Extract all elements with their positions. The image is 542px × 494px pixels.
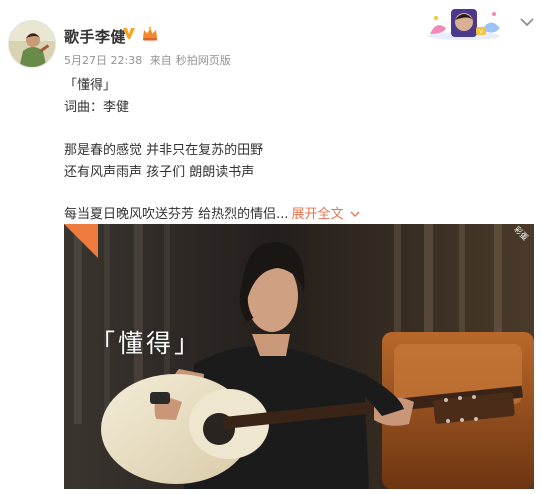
weibo-post-card: 歌手李健 5月27日 22:38 来自 秒拍网页版 V 「懂得」 词曲：李健 那是… — [0, 0, 542, 494]
expand-full-text-link[interactable]: 展开全文 — [292, 207, 344, 222]
post-source[interactable]: 秒拍网页版 — [176, 54, 231, 67]
verified-icon — [123, 28, 135, 39]
chevron-down-icon[interactable] — [350, 211, 360, 218]
post-lyric-line: 每当夏日晚风吹送芬芳 给热烈的情侣... 展开全文 — [64, 203, 360, 222]
video-title-overlay: 「懂得」 — [90, 329, 203, 358]
chevron-down-icon[interactable] — [520, 17, 534, 27]
video-player[interactable]: 「懂得」 彩蛋 — [64, 224, 534, 489]
post-title: 「懂得」 — [64, 78, 117, 93]
post-lyric-line: 那是春的感觉 并非只在复苏的田野 — [64, 143, 264, 158]
crown-icon[interactable] — [141, 25, 159, 41]
post-credit: 词曲：李健 — [64, 100, 130, 115]
post-via: 来自 — [149, 54, 172, 67]
user-name[interactable]: 歌手李健 — [64, 26, 126, 47]
avatar[interactable] — [8, 20, 56, 68]
post-lyric-truncated: 每当夏日晚风吹送芬芳 给热烈的情侣... — [64, 207, 289, 222]
post-meta: 5月27日 22:38 来自 秒拍网页版 — [64, 52, 235, 68]
post-timestamp[interactable]: 5月27日 22:38 — [64, 54, 142, 67]
member-card-decoration[interactable]: V — [424, 6, 504, 42]
post-lyric-line: 还有风声雨声 孩子们 朗朗读书声 — [64, 165, 255, 180]
corner-badge — [64, 224, 98, 258]
